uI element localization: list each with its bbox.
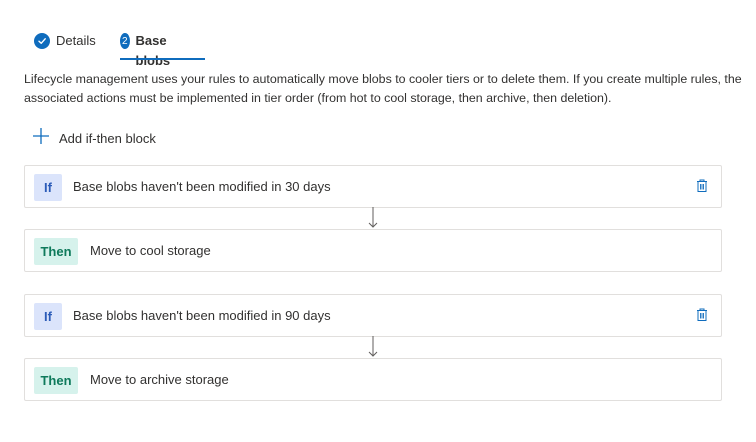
then-action-block[interactable]: Then Move to archive storage xyxy=(24,358,722,401)
if-condition-block[interactable]: If Base blobs haven't been modified in 3… xyxy=(24,165,722,208)
step-number-badge: 2 xyxy=(120,33,130,49)
then-action-text: Move to archive storage xyxy=(90,372,229,387)
active-tab-indicator xyxy=(120,58,205,60)
add-if-then-block-label: Add if-then block xyxy=(59,131,156,146)
if-condition-text: Base blobs haven't been modified in 90 d… xyxy=(73,308,331,323)
tab-base-blobs-label: Base blobs xyxy=(135,33,171,68)
tab-details-label: Details xyxy=(56,33,96,48)
arrow-down-icon xyxy=(368,336,378,357)
checkmark-icon xyxy=(34,33,50,49)
if-badge: If xyxy=(34,303,62,330)
lifecycle-description: Lifecycle management uses your rules to … xyxy=(24,72,742,105)
plus-icon xyxy=(32,127,50,150)
delete-icon[interactable] xyxy=(695,178,709,194)
arrow-down-icon xyxy=(368,207,378,228)
delete-icon[interactable] xyxy=(695,307,709,323)
tab-details[interactable]: Details xyxy=(34,31,96,59)
if-condition-text: Base blobs haven't been modified in 30 d… xyxy=(73,179,331,194)
tab-base-blobs[interactable]: 2 Base blobs xyxy=(120,31,205,68)
then-action-text: Move to cool storage xyxy=(90,243,211,258)
if-badge: If xyxy=(34,174,62,201)
if-condition-block[interactable]: If Base blobs haven't been modified in 9… xyxy=(24,294,722,337)
then-badge: Then xyxy=(34,367,78,394)
add-if-then-block-button[interactable]: Add if-then block xyxy=(32,127,156,150)
then-badge: Then xyxy=(34,238,78,265)
then-action-block[interactable]: Then Move to cool storage xyxy=(24,229,722,272)
